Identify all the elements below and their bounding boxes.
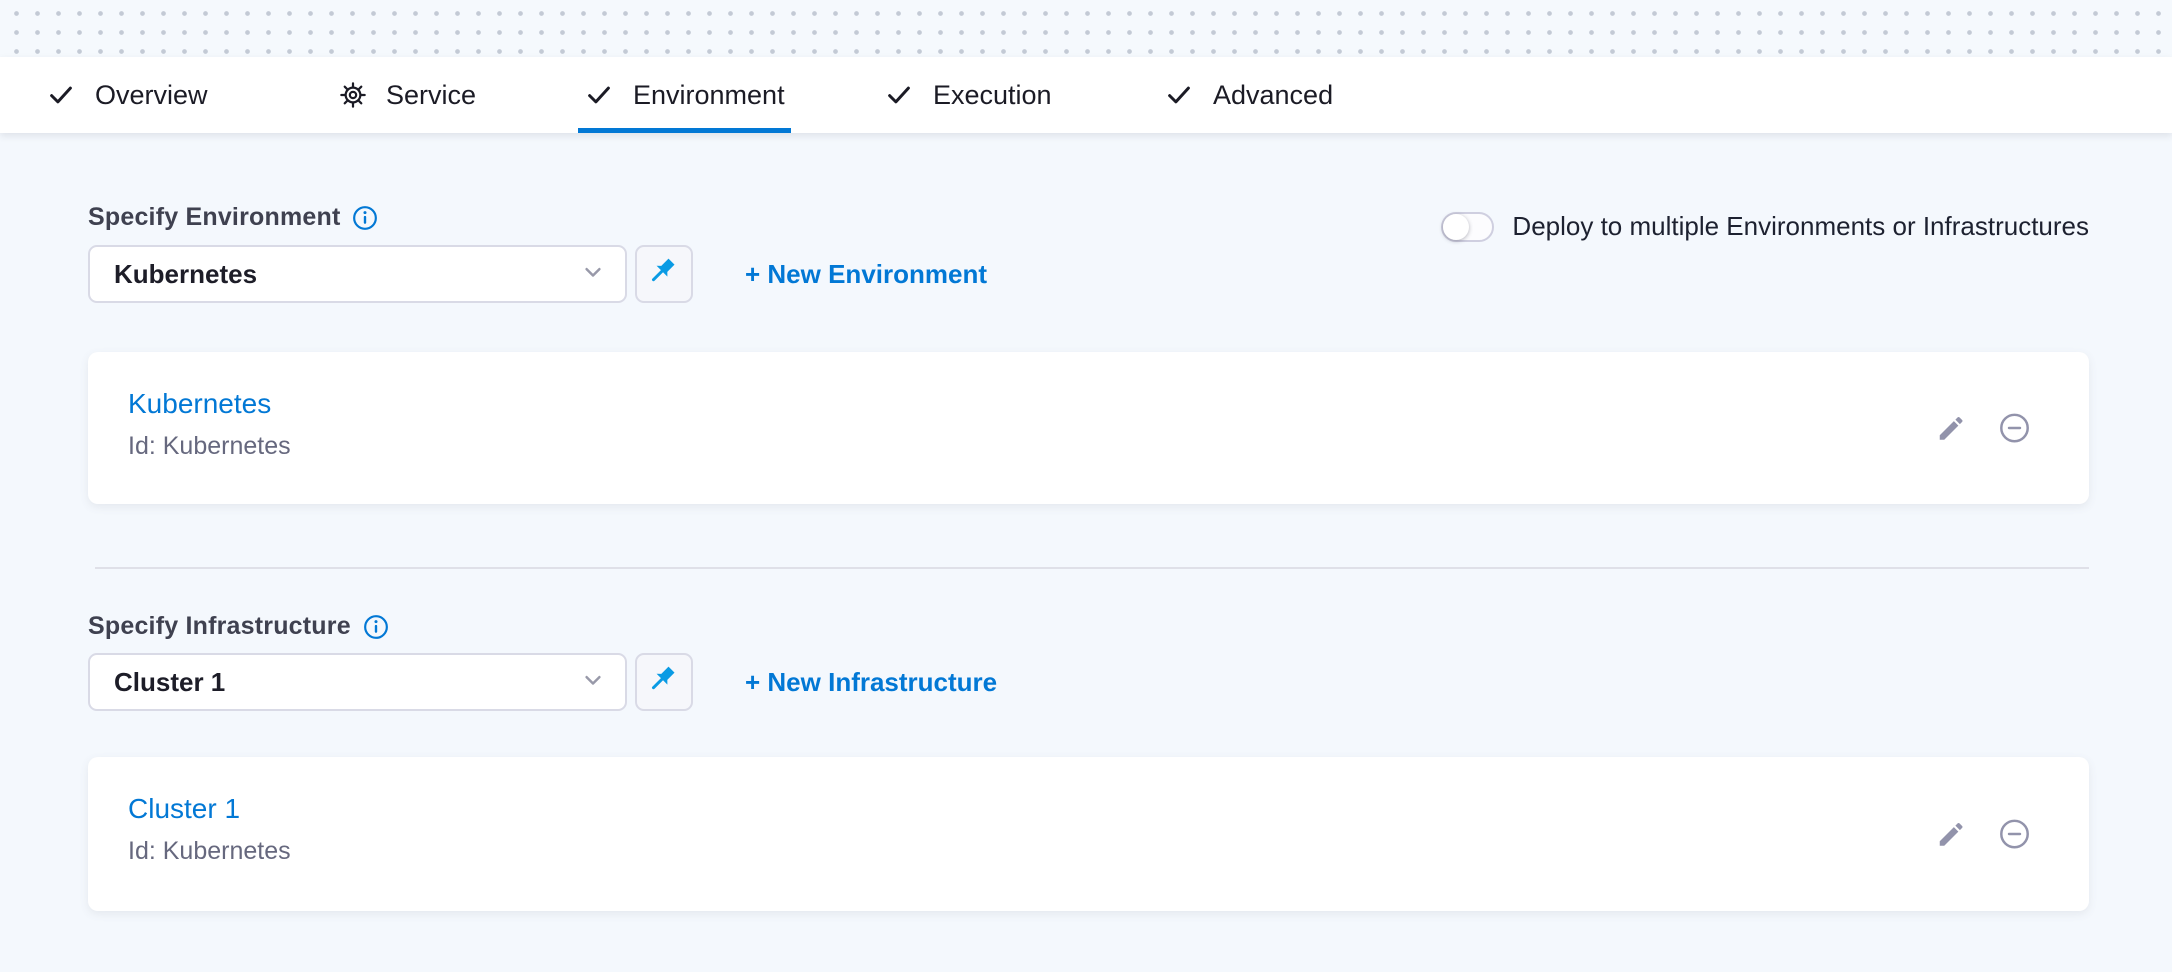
chevron-down-icon: [579, 666, 607, 699]
infrastructure-card: Cluster 1 Id: Kubernetes: [88, 757, 2089, 911]
infrastructure-select[interactable]: Cluster 1: [88, 653, 627, 711]
environment-card-title-link[interactable]: Kubernetes: [128, 388, 271, 420]
multi-deploy-toggle-label: Deploy to multiple Environments or Infra…: [1512, 211, 2089, 242]
stage-tabbar: Overview Service Environment: [0, 57, 2172, 133]
infrastructure-select-value: Cluster 1: [114, 667, 225, 698]
new-environment-link[interactable]: + New Environment: [745, 259, 987, 290]
info-icon[interactable]: [363, 614, 389, 640]
environment-tab-panel: Specify Environment Deploy to multiple E…: [0, 133, 2172, 972]
new-infrastructure-link[interactable]: + New Infrastructure: [745, 667, 997, 698]
environment-card-id: Id: Kubernetes: [128, 432, 291, 461]
tab-service[interactable]: Service: [339, 57, 476, 133]
minus-circle-icon[interactable]: [1998, 818, 2031, 851]
dotted-canvas-strip: [0, 0, 2172, 57]
section-divider: [95, 567, 2089, 569]
pencil-icon[interactable]: [1936, 413, 1966, 443]
infrastructure-select-row: Cluster 1 + New Infrastructure: [88, 653, 997, 711]
multi-deploy-toggle-row: Deploy to multiple Environments or Infra…: [1441, 211, 2089, 242]
infrastructure-section-label: Specify Infrastructure: [88, 612, 351, 641]
pin-icon: [647, 255, 681, 294]
toggle-knob: [1443, 214, 1469, 240]
multi-deploy-toggle[interactable]: [1441, 212, 1494, 242]
pin-icon: [647, 663, 681, 702]
tab-overview[interactable]: Overview: [46, 57, 208, 133]
environment-select-row: Kubernetes + New Environment: [88, 245, 987, 303]
environment-select[interactable]: Kubernetes: [88, 245, 627, 303]
infrastructure-card-title-link[interactable]: Cluster 1: [128, 793, 240, 825]
environment-select-value: Kubernetes: [114, 259, 257, 290]
tab-label: Environment: [633, 80, 785, 111]
pencil-icon[interactable]: [1936, 819, 1966, 849]
infrastructure-pin-button[interactable]: [635, 653, 693, 711]
info-icon[interactable]: [352, 205, 378, 231]
tab-label: Service: [386, 80, 476, 111]
tab-label: Execution: [933, 80, 1052, 111]
tab-execution[interactable]: Execution: [884, 57, 1052, 133]
infrastructure-card-actions: [1936, 818, 2031, 851]
environment-card: Kubernetes Id: Kubernetes: [88, 352, 2089, 504]
chevron-down-icon: [579, 258, 607, 291]
environment-section-header: Specify Environment: [88, 203, 378, 232]
environment-card-actions: [1936, 412, 2031, 445]
check-icon: [46, 80, 76, 110]
tab-label: Advanced: [1213, 80, 1333, 111]
infrastructure-card-id: Id: Kubernetes: [128, 837, 291, 866]
check-icon: [884, 80, 914, 110]
check-icon: [1164, 80, 1194, 110]
check-icon: [584, 80, 614, 110]
gear-icon: [339, 81, 367, 109]
infrastructure-section-header: Specify Infrastructure: [88, 612, 389, 641]
environment-section-label: Specify Environment: [88, 203, 340, 232]
tab-label: Overview: [95, 80, 208, 111]
tab-environment[interactable]: Environment: [584, 57, 785, 133]
tab-advanced[interactable]: Advanced: [1164, 57, 1333, 133]
environment-pin-button[interactable]: [635, 245, 693, 303]
minus-circle-icon[interactable]: [1998, 412, 2031, 445]
